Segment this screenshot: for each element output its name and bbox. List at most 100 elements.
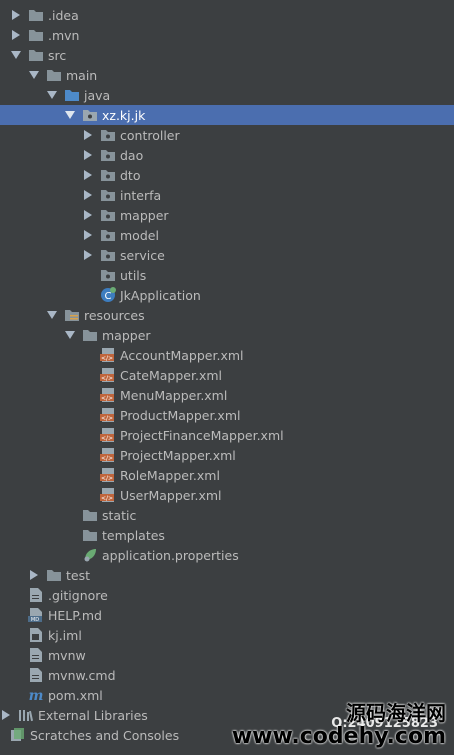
- package-icon: [100, 187, 116, 203]
- tree-item-interfa[interactable]: interfa: [0, 185, 454, 205]
- xml-file-icon: </>: [100, 447, 116, 463]
- resources-folder-icon: [64, 307, 80, 323]
- folder-icon: [28, 47, 44, 63]
- tree-item-jkapplication[interactable]: C JkApplication: [0, 285, 454, 305]
- tree-item-xz-kj-jk[interactable]: xz.kj.jk: [0, 105, 454, 125]
- tree-item-projectfinancemapper[interactable]: </> ProjectFinanceMapper.xml: [0, 425, 454, 445]
- tree-item-main[interactable]: main: [0, 65, 454, 85]
- chevron-down-icon[interactable]: [64, 329, 76, 341]
- tree-item-label: CateMapper.xml: [120, 367, 222, 383]
- tree-item-label: application.properties: [102, 547, 239, 563]
- scratches-icon: [10, 727, 26, 743]
- tree-item-label: External Libraries: [38, 707, 148, 723]
- tree-item-gitignore[interactable]: .gitignore: [0, 585, 454, 605]
- tree-item-productmapper[interactable]: </> ProductMapper.xml: [0, 405, 454, 425]
- watermark-qq: Q:2409125823: [331, 716, 438, 731]
- source-folder-icon: [64, 87, 80, 103]
- chevron-down-icon[interactable]: [64, 109, 76, 121]
- tree-item-label: kj.iml: [48, 627, 82, 643]
- tree-item-mapper-package[interactable]: mapper: [0, 205, 454, 225]
- svg-text:</>: </>: [101, 355, 113, 362]
- tree-item-label: ProjectFinanceMapper.xml: [120, 427, 284, 443]
- tree-item-label: dao: [120, 147, 144, 163]
- tree-item-label: mapper: [102, 327, 151, 343]
- tree-item-usermapper[interactable]: </> UserMapper.xml: [0, 485, 454, 505]
- tree-item-help-md[interactable]: MD HELP.md: [0, 605, 454, 625]
- chevron-right-icon[interactable]: [28, 569, 40, 581]
- xml-file-icon: </>: [100, 387, 116, 403]
- chevron-right-icon[interactable]: [82, 189, 94, 201]
- iml-file-icon: [28, 627, 44, 643]
- top-strip: [0, 0, 454, 4]
- chevron-right-icon[interactable]: [82, 149, 94, 161]
- tree-item-label: java: [84, 87, 111, 103]
- text-file-icon: [28, 647, 44, 663]
- tree-item-model[interactable]: model: [0, 225, 454, 245]
- svg-text:</>: </>: [101, 395, 113, 402]
- svg-text:</>: </>: [101, 415, 113, 422]
- tree-item-accountmapper[interactable]: </> AccountMapper.xml: [0, 345, 454, 365]
- tree-item-label: model: [120, 227, 159, 243]
- tree-item-src[interactable]: src: [0, 45, 454, 65]
- tree-item-catemapper[interactable]: </> CateMapper.xml: [0, 365, 454, 385]
- package-icon: [100, 207, 116, 223]
- tree-item-label: AccountMapper.xml: [120, 347, 244, 363]
- chevron-down-icon[interactable]: [28, 69, 40, 81]
- tree-item-java[interactable]: java: [0, 85, 454, 105]
- tree-item-idea[interactable]: .idea: [0, 5, 454, 25]
- tree-item-controller[interactable]: controller: [0, 125, 454, 145]
- tree-item-test[interactable]: test: [0, 565, 454, 585]
- chevron-down-icon[interactable]: [46, 309, 58, 321]
- tree-item-label: .idea: [48, 7, 79, 23]
- tree-item-static[interactable]: static: [0, 505, 454, 525]
- tree-item-application-properties[interactable]: application.properties: [0, 545, 454, 565]
- tree-item-label: main: [66, 67, 98, 83]
- svg-text:</>: </>: [101, 495, 113, 502]
- tree-item-menumapper[interactable]: </> MenuMapper.xml: [0, 385, 454, 405]
- folder-icon: [82, 527, 98, 543]
- tree-item-rolemapper[interactable]: </> RoleMapper.xml: [0, 465, 454, 485]
- chevron-right-icon[interactable]: [82, 169, 94, 181]
- tree-item-dto[interactable]: dto: [0, 165, 454, 185]
- chevron-right-icon[interactable]: [10, 9, 22, 21]
- chevron-right-icon[interactable]: [82, 249, 94, 261]
- chevron-right-icon[interactable]: [0, 709, 12, 721]
- chevron-right-icon[interactable]: [82, 209, 94, 221]
- tree-item-label: resources: [84, 307, 145, 323]
- tree-item-projectmapper[interactable]: </> ProjectMapper.xml: [0, 445, 454, 465]
- tree-item-resources[interactable]: resources: [0, 305, 454, 325]
- tree-item-label: pom.xml: [48, 687, 103, 703]
- tree-item-label: xz.kj.jk: [102, 107, 146, 123]
- chevron-down-icon[interactable]: [46, 89, 58, 101]
- project-tree: .idea .mvn src main java xz.kj.jk contro…: [0, 0, 454, 755]
- tree-item-kj-iml[interactable]: kj.iml: [0, 625, 454, 645]
- svg-text:</>: </>: [101, 435, 113, 442]
- xml-file-icon: </>: [100, 467, 116, 483]
- package-icon: [100, 267, 116, 283]
- tree-item-templates[interactable]: templates: [0, 525, 454, 545]
- tree-item-mvnw[interactable]: mvnw: [0, 645, 454, 665]
- tree-item-pom-xml[interactable]: m pom.xml: [0, 685, 454, 705]
- chevron-down-icon[interactable]: [10, 49, 22, 61]
- tree-item-mapper-folder[interactable]: mapper: [0, 325, 454, 345]
- tree-item-label: templates: [102, 527, 165, 543]
- tree-item-dao[interactable]: dao: [0, 145, 454, 165]
- maven-icon: m: [28, 687, 44, 703]
- chevron-right-icon[interactable]: [82, 129, 94, 141]
- tree-item-mvnw-cmd[interactable]: mvnw.cmd: [0, 665, 454, 685]
- tree-item-label: src: [48, 47, 67, 63]
- tree-item-mvn[interactable]: .mvn: [0, 25, 454, 45]
- tree-item-utils[interactable]: utils: [0, 265, 454, 285]
- package-icon: [100, 247, 116, 263]
- tree-item-service[interactable]: service: [0, 245, 454, 265]
- svg-text:</>: </>: [101, 455, 113, 462]
- package-icon: [100, 167, 116, 183]
- tree-item-label: ProductMapper.xml: [120, 407, 241, 423]
- xml-file-icon: </>: [100, 427, 116, 443]
- chevron-right-icon[interactable]: [10, 29, 22, 41]
- tree-item-label: ProjectMapper.xml: [120, 447, 236, 463]
- tree-item-label: mapper: [120, 207, 169, 223]
- xml-file-icon: </>: [100, 407, 116, 423]
- svg-text:m: m: [29, 688, 44, 703]
- chevron-right-icon[interactable]: [82, 229, 94, 241]
